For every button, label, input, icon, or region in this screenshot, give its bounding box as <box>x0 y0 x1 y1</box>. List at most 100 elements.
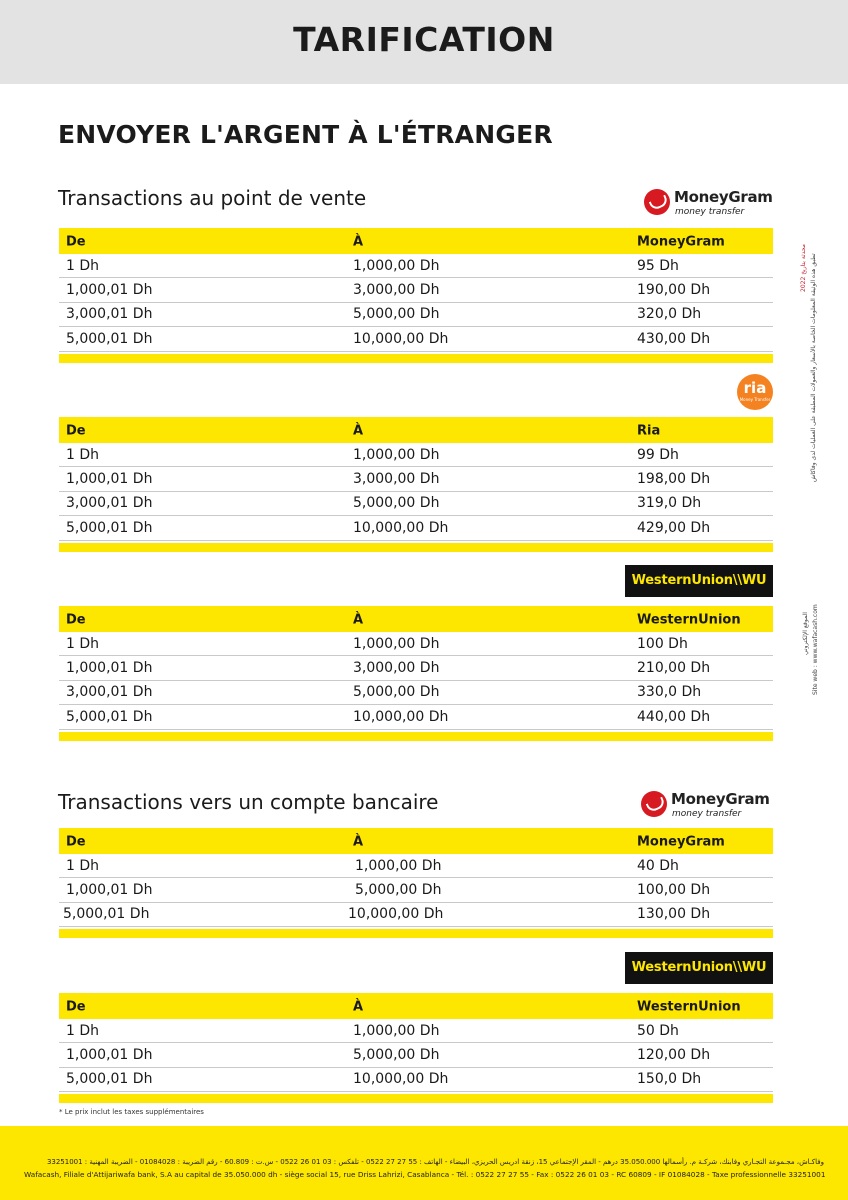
cell-fee: 330,0 Dh <box>637 684 702 701</box>
ria-logo-sub: Money Transfer <box>739 397 771 402</box>
table-bank-westernunion: De À WesternUnion 1 Dh 1,000,00 Dh 50 Dh… <box>59 993 773 1104</box>
table-row: 1,000,01 Dh 5,000,00 Dh 100,00 Dh <box>59 878 773 903</box>
cell-to: 5,000,00 Dh <box>353 495 440 512</box>
table-bank-moneygram: De À MoneyGram 1 Dh 1,000,00 Dh 40 Dh 1,… <box>59 828 773 939</box>
westernunion-logo: WesternUnion\\WU <box>625 565 773 597</box>
ria-logo-brand: ria <box>743 379 767 397</box>
cell-from: 5,000,01 Dh <box>66 708 153 725</box>
column-header-from: De <box>66 999 86 1015</box>
cell-fee: 50 Dh <box>637 1022 679 1039</box>
table-row: 5,000,01 Dh 10,000,00 Dh 429,00 Dh <box>59 516 773 541</box>
cell-fee: 319,0 Dh <box>637 495 702 512</box>
side-note-upper: تطبق هذه الوثيقة المعلومات الخاصة بالأسع… <box>810 253 817 482</box>
table-row: 5,000,01 Dh 10,000,00 Dh 130,00 Dh <box>59 903 773 928</box>
cell-to: 1,000,00 Dh <box>353 635 440 652</box>
cell-to: 5,000,00 Dh <box>353 306 440 323</box>
westernunion-logo-brand: WesternUnion\\WU <box>631 960 767 975</box>
cell-from: 1,000,01 Dh <box>66 882 153 899</box>
cell-to: 10,000,00 Dh <box>353 708 449 725</box>
cell-fee: 40 Dh <box>637 857 679 874</box>
main-heading: ENVOYER L'ARGENT À L'ÉTRANGER <box>58 120 553 149</box>
cell-to: 5,000,00 Dh <box>355 882 442 899</box>
cell-from: 1,000,01 Dh <box>66 1047 153 1064</box>
cell-to: 10,000,00 Dh <box>353 1071 449 1088</box>
table-row: 1,000,01 Dh 3,000,00 Dh 210,00 Dh <box>59 656 773 681</box>
table-footer-bar <box>59 542 773 552</box>
cell-to: 3,000,00 Dh <box>353 660 440 677</box>
cell-fee: 190,00 Dh <box>637 282 711 299</box>
cell-from: 3,000,01 Dh <box>66 684 153 701</box>
table-row: 3,000,01 Dh 5,000,00 Dh 320,0 Dh <box>59 303 773 328</box>
table-row: 1 Dh 1,000,00 Dh 95 Dh <box>59 254 773 279</box>
cell-from: 3,000,01 Dh <box>66 306 153 323</box>
westernunion-logo: WesternUnion\\WU <box>625 952 773 984</box>
column-header-from: De <box>66 834 86 850</box>
moneygram-logo-brand: MoneyGram <box>674 188 773 206</box>
column-header-to: À <box>353 423 364 439</box>
cell-to: 3,000,00 Dh <box>353 471 440 488</box>
table-row: 1,000,01 Dh 5,000,00 Dh 120,00 Dh <box>59 1043 773 1068</box>
column-header-fee: MoneyGram <box>637 234 725 250</box>
table-row: 3,000,01 Dh 5,000,00 Dh 319,0 Dh <box>59 492 773 517</box>
table-row: 3,000,01 Dh 5,000,00 Dh 330,0 Dh <box>59 681 773 706</box>
cell-fee: 210,00 Dh <box>637 660 711 677</box>
column-header-to: À <box>353 999 364 1015</box>
table-pos-westernunion: De À WesternUnion 1 Dh 1,000,00 Dh 100 D… <box>59 606 773 741</box>
table-row: 1,000,01 Dh 3,000,00 Dh 190,00 Dh <box>59 278 773 303</box>
westernunion-logo-brand: WesternUnion\\WU <box>631 573 767 588</box>
column-header-fee: WesternUnion <box>637 999 741 1015</box>
moneygram-logo: MoneyGram money transfer <box>641 788 771 828</box>
cell-from: 1 Dh <box>66 635 100 652</box>
cell-from: 5,000,01 Dh <box>66 330 153 347</box>
cell-fee: 130,00 Dh <box>637 906 711 923</box>
table-row: 5,000,01 Dh 10,000,00 Dh 150,0 Dh <box>59 1068 773 1093</box>
moneygram-globe-icon <box>644 189 670 215</box>
ria-logo: ria Money Transfer <box>737 374 773 410</box>
column-header-to: À <box>353 834 364 850</box>
column-header-fee: Ria <box>637 423 661 439</box>
cell-to: 1,000,00 Dh <box>353 446 440 463</box>
moneygram-logo-sub: money transfer <box>672 809 742 819</box>
header-band: TARIFICATION <box>0 0 848 84</box>
table-footer-bar <box>59 353 773 363</box>
column-header-from: De <box>66 234 86 250</box>
table-row: 1 Dh 1,000,00 Dh 40 Dh <box>59 854 773 879</box>
cell-fee: 95 Dh <box>637 257 679 274</box>
cell-to: 3,000,00 Dh <box>353 282 440 299</box>
column-header-from: De <box>66 423 86 439</box>
table-row: 1 Dh 1,000,00 Dh 50 Dh <box>59 1019 773 1044</box>
table-footer-bar <box>59 929 773 939</box>
table-row: 1,000,01 Dh 3,000,00 Dh 198,00 Dh <box>59 467 773 492</box>
column-header-fee: MoneyGram <box>637 834 725 850</box>
table-pos-moneygram: De À MoneyGram 1 Dh 1,000,00 Dh 95 Dh 1,… <box>59 228 773 363</box>
cell-from: 1 Dh <box>66 1022 100 1039</box>
cell-to: 1,000,00 Dh <box>353 257 440 274</box>
section-title-compte-bancaire: Transactions vers un compte bancaire <box>58 790 439 814</box>
table-header: De À Ria <box>59 417 773 443</box>
page-title: TARIFICATION <box>293 20 555 59</box>
cell-fee: 100,00 Dh <box>637 882 711 899</box>
table-footer-bar <box>59 731 773 741</box>
table-header: De À WesternUnion <box>59 993 773 1019</box>
table-row: 5,000,01 Dh 10,000,00 Dh 430,00 Dh <box>59 327 773 352</box>
cell-from: 1 Dh <box>66 257 100 274</box>
table-footer-bar <box>59 1094 773 1104</box>
table-header: De À WesternUnion <box>59 606 773 632</box>
cell-from: 1,000,01 Dh <box>66 660 153 677</box>
cell-from: 1,000,01 Dh <box>66 282 153 299</box>
side-note-date: محدثة بتاريخ 2022 <box>800 244 807 292</box>
cell-fee: 320,0 Dh <box>637 306 702 323</box>
footer-arabic-text: وفاكـاش، مجـموعة التجـاري وفابنك، شركـة … <box>46 1158 824 1166</box>
moneygram-globe-icon <box>641 791 667 817</box>
cell-fee: 198,00 Dh <box>637 471 711 488</box>
cell-from: 1,000,01 Dh <box>66 471 153 488</box>
moneygram-logo-sub: money transfer <box>675 207 745 217</box>
cell-fee: 120,00 Dh <box>637 1047 711 1064</box>
footer-band: وفاكـاش، مجـموعة التجـاري وفابنك، شركـة … <box>0 1126 848 1200</box>
column-header-fee: WesternUnion <box>637 612 741 628</box>
cell-from: 5,000,01 Dh <box>63 906 150 923</box>
cell-fee: 430,00 Dh <box>637 330 711 347</box>
column-header-to: À <box>353 612 364 628</box>
table-row: 1 Dh 1,000,00 Dh 99 Dh <box>59 443 773 468</box>
table-row: 1 Dh 1,000,00 Dh 100 Dh <box>59 632 773 657</box>
